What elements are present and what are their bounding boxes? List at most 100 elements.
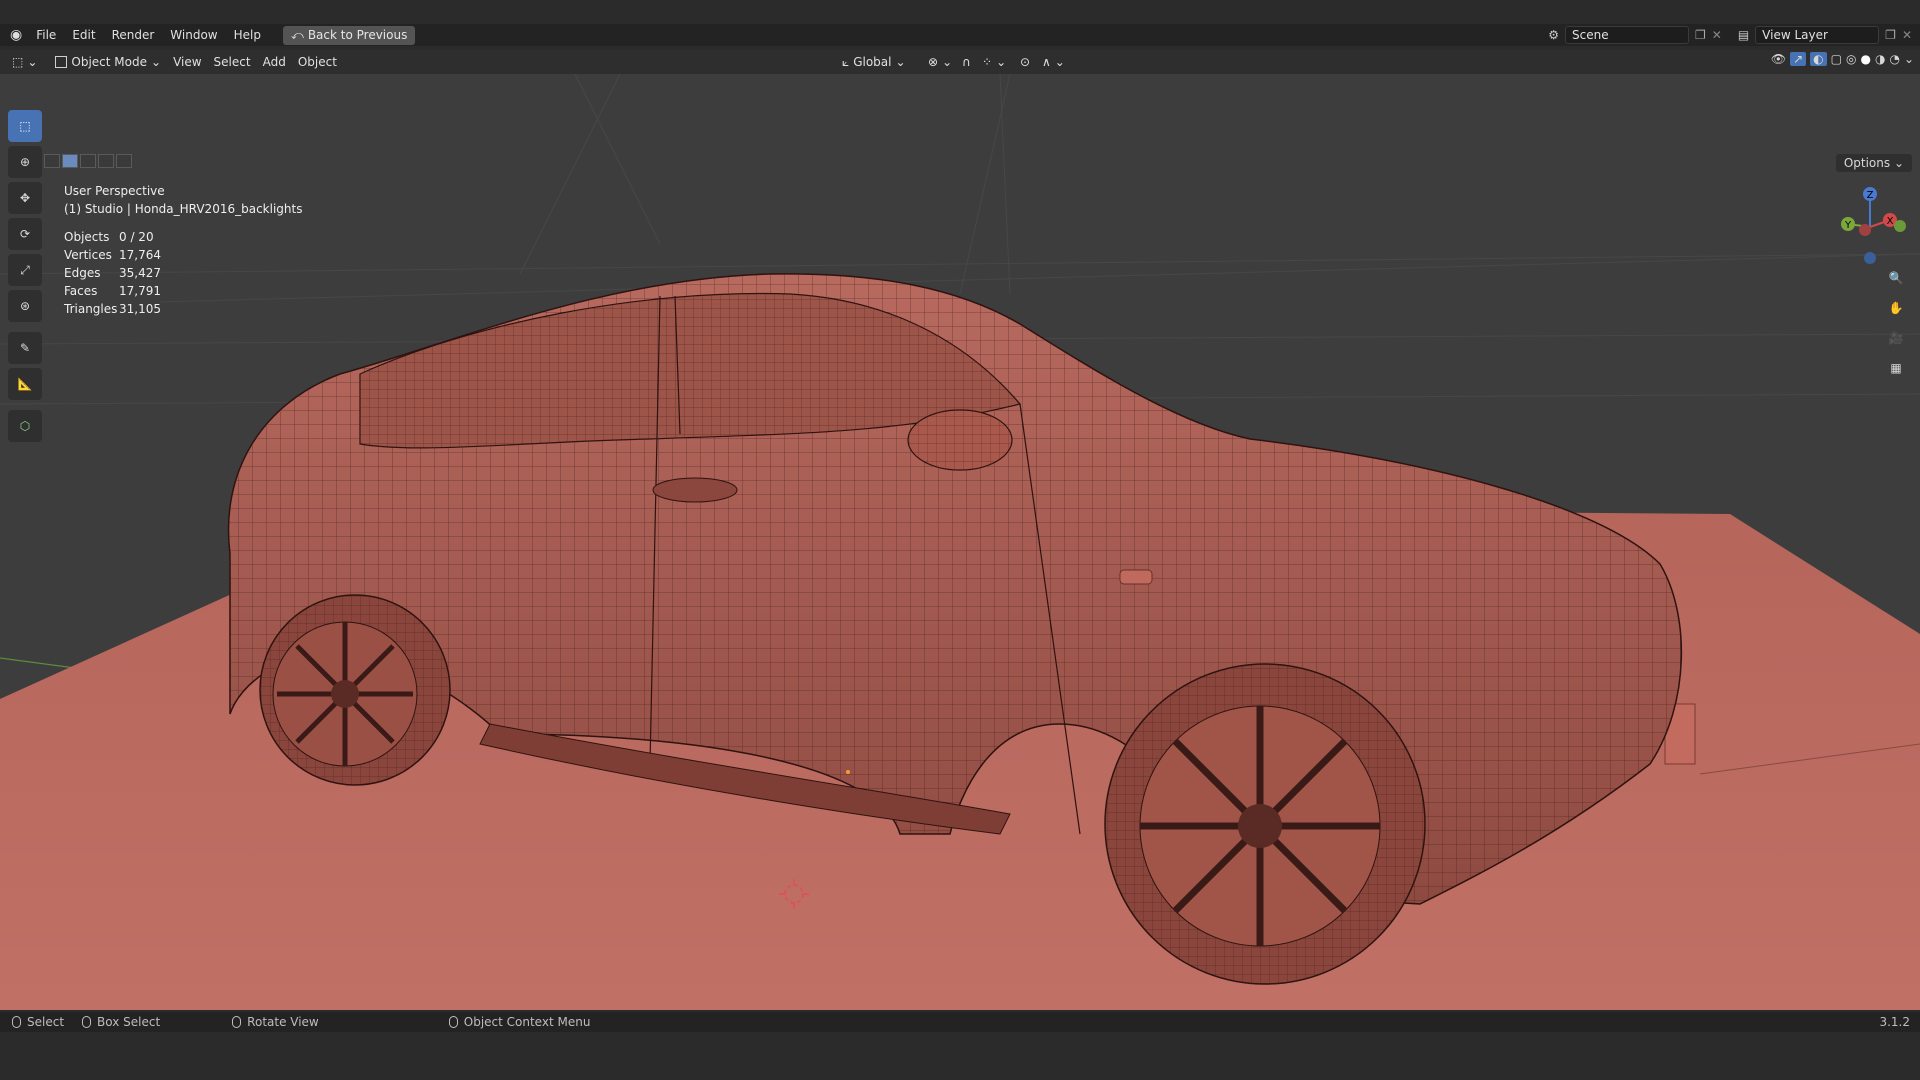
rear-wheel [259, 594, 451, 786]
chevron-down-icon: ⌄ [996, 55, 1007, 69]
menu-window[interactable]: Window [162, 28, 225, 42]
stat-vertices: Vertices 17,764 [64, 248, 161, 262]
proportional-icon: ⊙ [1020, 55, 1031, 69]
stat-faces: Faces 17,791 [64, 284, 161, 298]
scale-tool[interactable]: ⤢ [8, 254, 42, 286]
stat-edges: Edges 35,427 [64, 266, 161, 280]
gizmo-toggle-icon[interactable]: ↗ [1790, 52, 1807, 66]
select-new-icon[interactable] [44, 154, 60, 168]
zoom-icon[interactable]: 🔍 [1884, 266, 1908, 290]
orientation-icon: ⟀ [842, 54, 850, 69]
front-wheel [1104, 663, 1426, 985]
mouse-middle-icon [232, 1016, 242, 1028]
select-intersect-icon[interactable] [116, 154, 132, 168]
cursor-icon: ⊕ [19, 155, 31, 169]
object-mode-icon [55, 56, 68, 68]
menu-help[interactable]: Help [226, 28, 269, 42]
cursor-tool[interactable]: ⊕ [8, 146, 42, 178]
menu-view[interactable]: View [167, 52, 207, 72]
mode-dropdown[interactable]: Object Mode ⌄ [49, 52, 168, 72]
measure-tool[interactable]: 📐 [8, 368, 42, 400]
rotate-icon: ⟳ [19, 227, 31, 241]
view-layer-icon[interactable]: ▤ [1738, 28, 1749, 42]
back-label: Back to Previous [307, 28, 408, 42]
options-dropdown[interactable]: Options ⌄ [1835, 154, 1912, 172]
scene-controls: ⚙ Scene ❐ ✕ ▤ View Layer ❐ ✕ [1548, 24, 1920, 46]
rotate-tool[interactable]: ⟳ [8, 218, 42, 250]
close-view-layer-icon[interactable]: ✕ [1902, 28, 1912, 42]
transform-orientation-dropdown[interactable]: ⟀ Global ⌄ [836, 52, 912, 72]
proportional-edit-toggle[interactable]: ⊙ [1014, 52, 1036, 72]
menu-add[interactable]: Add [257, 52, 292, 72]
camera-view-icon[interactable]: 🎥 [1884, 326, 1908, 350]
select-subtract-icon[interactable] [80, 154, 96, 168]
overlay-toggle-icon[interactable]: ◐ [1810, 52, 1827, 66]
scene-name: Scene [1572, 28, 1609, 42]
pan-hand-icon[interactable]: ✋ [1884, 296, 1908, 320]
falloff-button[interactable]: ∧ ⌄ [1036, 52, 1071, 72]
cube-add-icon: ⬡ [19, 419, 31, 433]
mouse-left-icon [12, 1016, 21, 1028]
snap-toggle[interactable]: ∩ [956, 52, 977, 72]
snap-target-button[interactable]: ⁘ ⌄ [976, 52, 1012, 72]
magnet-icon: ∩ [962, 55, 971, 69]
add-cube-tool[interactable]: ⬡ [8, 410, 42, 442]
mouse-right-icon [448, 1016, 458, 1028]
tool-shelf: ⬚ ⊕ ✥ ⟳ ⤢ ⊛ ✎ 📐 ⬡ [8, 110, 42, 442]
viewport-shading-controls: 👁 ↗ ◐ ▢ ◎ ● ◑ ◔ ⌄ [1771, 52, 1914, 66]
pivot-icon: ⊗ [928, 55, 939, 69]
select-extend-icon[interactable] [62, 154, 78, 168]
mode-label: Object Mode [71, 55, 147, 69]
menu-render[interactable]: Render [104, 28, 163, 42]
menu-file[interactable]: File [28, 28, 64, 42]
transform-tool[interactable]: ⊛ [8, 290, 42, 322]
status-box-select: Box Select [82, 1015, 160, 1029]
wireframe-shading-icon[interactable]: ◎ [1846, 52, 1856, 66]
menu-edit[interactable]: Edit [64, 28, 103, 42]
back-to-previous-button[interactable]: ⤺ Back to Previous [282, 25, 416, 45]
ruler-icon: 📐 [17, 377, 33, 391]
rendered-shading-icon[interactable]: ◔ [1889, 52, 1899, 66]
view-layer-field[interactable]: View Layer [1755, 26, 1880, 44]
gizmo-y-label: Y [1844, 220, 1852, 231]
solid-shading-icon[interactable]: ● [1860, 52, 1870, 66]
chevron-down-icon[interactable]: ⌄ [1904, 52, 1914, 66]
viewport-info-overlay: User Perspective (1) Studio | Honda_HRV2… [64, 182, 302, 318]
xray-toggle-icon[interactable]: ▢ [1831, 52, 1842, 66]
material-shading-icon[interactable]: ◑ [1875, 52, 1885, 66]
snap-grid-icon: ⁘ [982, 55, 993, 69]
stat-objects: Objects 0 / 20 [64, 230, 154, 244]
move-icon: ✥ [19, 191, 31, 205]
3d-viewport[interactable]: User Perspective (1) Studio | Honda_HRV2… [0, 74, 1920, 1010]
chevron-down-icon: ⌄ [151, 55, 162, 69]
pivot-point-button[interactable]: ⊗ ⌄ [922, 52, 958, 72]
annotate-tool[interactable]: ✎ [8, 332, 42, 364]
new-view-layer-icon[interactable]: ❐ [1885, 28, 1896, 42]
active-object-label: (1) Studio | Honda_HRV2016_backlights [64, 202, 303, 216]
move-tool[interactable]: ✥ [8, 182, 42, 214]
menu-object[interactable]: Object [292, 52, 343, 72]
blender-logo-icon[interactable]: ◉ [10, 27, 22, 43]
scene-icon[interactable]: ⚙ [1548, 28, 1559, 42]
editor-type-button[interactable]: ⬚ ⌄ [6, 52, 43, 72]
gizmo-z-label: Z [1867, 190, 1874, 201]
scene-field[interactable]: Scene [1565, 26, 1689, 44]
ortho-grid-icon[interactable]: ▦ [1884, 356, 1908, 380]
window-bottom [0, 1032, 1920, 1080]
chevron-down-icon: ⌄ [942, 55, 953, 69]
scale-icon: ⤢ [20, 262, 30, 277]
gizmo-x-label: X [1887, 216, 1894, 227]
close-scene-icon[interactable]: ✕ [1712, 28, 1722, 42]
navigation-gizmo[interactable]: Z X Y [1820, 182, 1920, 272]
selection-mode-buttons [44, 154, 132, 168]
new-scene-icon[interactable]: ❐ [1695, 28, 1706, 42]
select-invert-icon[interactable] [98, 154, 114, 168]
visibility-icon[interactable]: 👁 [1771, 52, 1786, 66]
menu-select[interactable]: Select [208, 52, 257, 72]
options-label: Options [1843, 156, 1891, 170]
status-bar: Select Box Select Rotate View Object Con… [0, 1012, 1920, 1032]
editor-type-icon: ⬚ [12, 55, 24, 69]
chevron-down-icon: ⌄ [27, 55, 38, 69]
select-box-tool[interactable]: ⬚ [8, 110, 42, 142]
stat-triangles: Triangles 31,105 [64, 302, 161, 316]
